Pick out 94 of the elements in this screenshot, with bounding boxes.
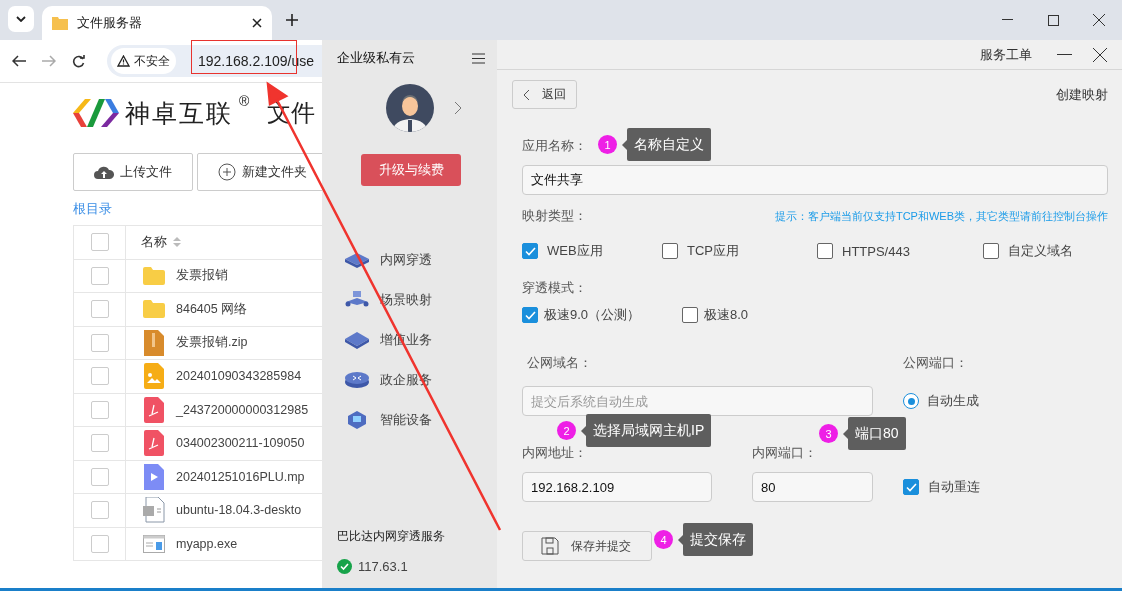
cloud-upload-icon xyxy=(94,165,114,179)
check-circle-icon xyxy=(337,559,352,574)
row-checkbox[interactable] xyxy=(90,534,109,553)
registered-mark: ® xyxy=(239,93,250,109)
file-name[interactable]: 发票报销 xyxy=(176,267,228,285)
file-name[interactable]: 发票报销.zip xyxy=(176,334,248,352)
field-label: 穿透模式： xyxy=(522,279,587,297)
file-name[interactable]: 846405 网络 xyxy=(176,300,248,318)
file-name[interactable]: myapp.exe xyxy=(176,536,238,551)
menu-icon[interactable] xyxy=(472,53,485,64)
file-name[interactable]: ubuntu-18.04.3-deskto xyxy=(176,503,302,518)
type-checkbox[interactable]: HTTPS/443 xyxy=(817,242,983,260)
router-icon xyxy=(344,370,370,390)
security-chip[interactable]: 不安全 xyxy=(111,48,176,74)
domain-field[interactable]: 提交后系统自动生成 xyxy=(522,386,873,416)
logo-icon xyxy=(73,97,119,129)
chevron-right-icon[interactable] xyxy=(454,101,462,115)
new-folder-button[interactable]: 新建文件夹 xyxy=(197,153,322,191)
pdf-file-icon xyxy=(144,396,164,423)
auto-reconnect-checkbox[interactable]: 自动重连 xyxy=(903,478,1033,496)
row-checkbox[interactable] xyxy=(90,300,109,319)
field-label: 内网端口： xyxy=(752,444,818,462)
hint-text: 提示：客户端当前仅支持TCP和WEB类，其它类型请前往控制台操作 xyxy=(774,208,1108,224)
file-name[interactable]: 202401251016PLU.mp xyxy=(176,469,305,484)
type-checkbox[interactable]: WEB应用 xyxy=(522,242,662,260)
tab-title: 文件服务器 xyxy=(77,14,143,32)
row-checkbox[interactable] xyxy=(90,367,109,386)
exe-file-icon xyxy=(143,534,165,553)
back-arrow-icon[interactable] xyxy=(12,55,26,67)
mode-checkbox[interactable]: 极速9.0（公测） xyxy=(522,306,682,324)
auto-generate-radio[interactable]: 自动生成 xyxy=(903,392,1108,410)
row-checkbox[interactable] xyxy=(90,501,109,520)
close-tab-icon[interactable] xyxy=(252,18,262,28)
file-name[interactable]: 202401090343285984 xyxy=(176,369,302,384)
new-tab-icon[interactable] xyxy=(286,14,298,26)
check-icon xyxy=(524,310,536,320)
nav-item[interactable]: 智能设备 xyxy=(344,408,497,432)
row-checkbox[interactable] xyxy=(90,266,109,285)
annotation-tooltip: 名称自定义 xyxy=(622,128,711,161)
caret-down-icon xyxy=(16,16,26,22)
pdf-file-icon xyxy=(144,430,164,457)
check-icon xyxy=(905,482,917,492)
check-icon xyxy=(524,246,536,256)
upgrade-button[interactable]: 升级与续费 xyxy=(361,154,461,186)
server-address: 117.63.1 xyxy=(358,559,408,574)
modem-icon xyxy=(344,330,370,350)
folder-icon xyxy=(52,16,68,30)
page-heading: 创建映射 xyxy=(1056,85,1108,104)
forward-arrow-icon[interactable] xyxy=(42,55,56,67)
file-name[interactable]: 034002300211-109050 xyxy=(176,436,305,451)
field-label: 应用名称： xyxy=(522,137,587,155)
field-label: 公网端口： xyxy=(903,354,969,372)
image-file-icon xyxy=(144,363,164,390)
unknown-file-icon xyxy=(143,497,165,524)
chevron-left-icon xyxy=(523,88,530,101)
row-checkbox[interactable] xyxy=(90,434,109,453)
service-ticket-link[interactable]: 服务工单 xyxy=(980,45,1032,64)
save-submit-button[interactable]: 保存并提交 xyxy=(522,531,652,561)
app-name-field[interactable]: 文件共享 xyxy=(522,165,1108,195)
file-name[interactable]: _243720000000312985 xyxy=(176,402,309,417)
reload-icon[interactable] xyxy=(72,54,85,68)
back-button[interactable]: 返回 xyxy=(512,80,577,109)
upload-button[interactable]: 上传文件 xyxy=(73,153,193,191)
type-checkbox[interactable]: TCP应用 xyxy=(662,242,817,260)
annotation-tooltip: 提交保存 xyxy=(678,523,753,556)
folder-file-icon xyxy=(143,300,165,319)
tab-list-button[interactable] xyxy=(8,6,34,32)
service-title: 巴比达内网穿透服务 xyxy=(337,528,446,545)
field-label: 映射类型： xyxy=(522,207,587,225)
breadcrumb-link[interactable]: 根目录 xyxy=(73,200,322,224)
annotation-tooltip: 选择局域网主机IP xyxy=(581,414,712,447)
row-checkbox[interactable] xyxy=(90,400,109,419)
zip-file-icon xyxy=(144,329,164,356)
browser-tab[interactable]: 文件服务器 xyxy=(42,6,272,40)
video-file-icon xyxy=(144,463,164,490)
lan-port-field[interactable]: 80 xyxy=(752,472,873,502)
field-label: 内网地址： xyxy=(522,444,588,462)
plus-circle-icon xyxy=(218,163,236,181)
avatar-icon xyxy=(386,84,434,132)
app-title: 企业级私有云 xyxy=(337,50,415,67)
mode-checkbox[interactable]: 极速8.0 xyxy=(682,306,842,324)
column-header[interactable]: 名称 xyxy=(141,233,181,252)
warning-icon xyxy=(117,55,130,67)
select-all-checkbox[interactable] xyxy=(90,233,109,252)
sort-icon xyxy=(173,236,181,249)
folder-file-icon xyxy=(143,266,165,285)
brand-name: 神卓互联 xyxy=(125,98,233,129)
field-label: 公网域名： xyxy=(526,354,593,372)
annotation-tooltip: 端口80 xyxy=(843,417,906,450)
lan-address-field[interactable]: 192.168.2.109 xyxy=(522,472,712,502)
row-checkbox[interactable] xyxy=(90,333,109,352)
row-checkbox[interactable] xyxy=(90,467,109,486)
type-checkbox[interactable]: 自定义域名 xyxy=(983,242,1103,260)
nav-item[interactable]: 场景映射 xyxy=(344,288,497,312)
